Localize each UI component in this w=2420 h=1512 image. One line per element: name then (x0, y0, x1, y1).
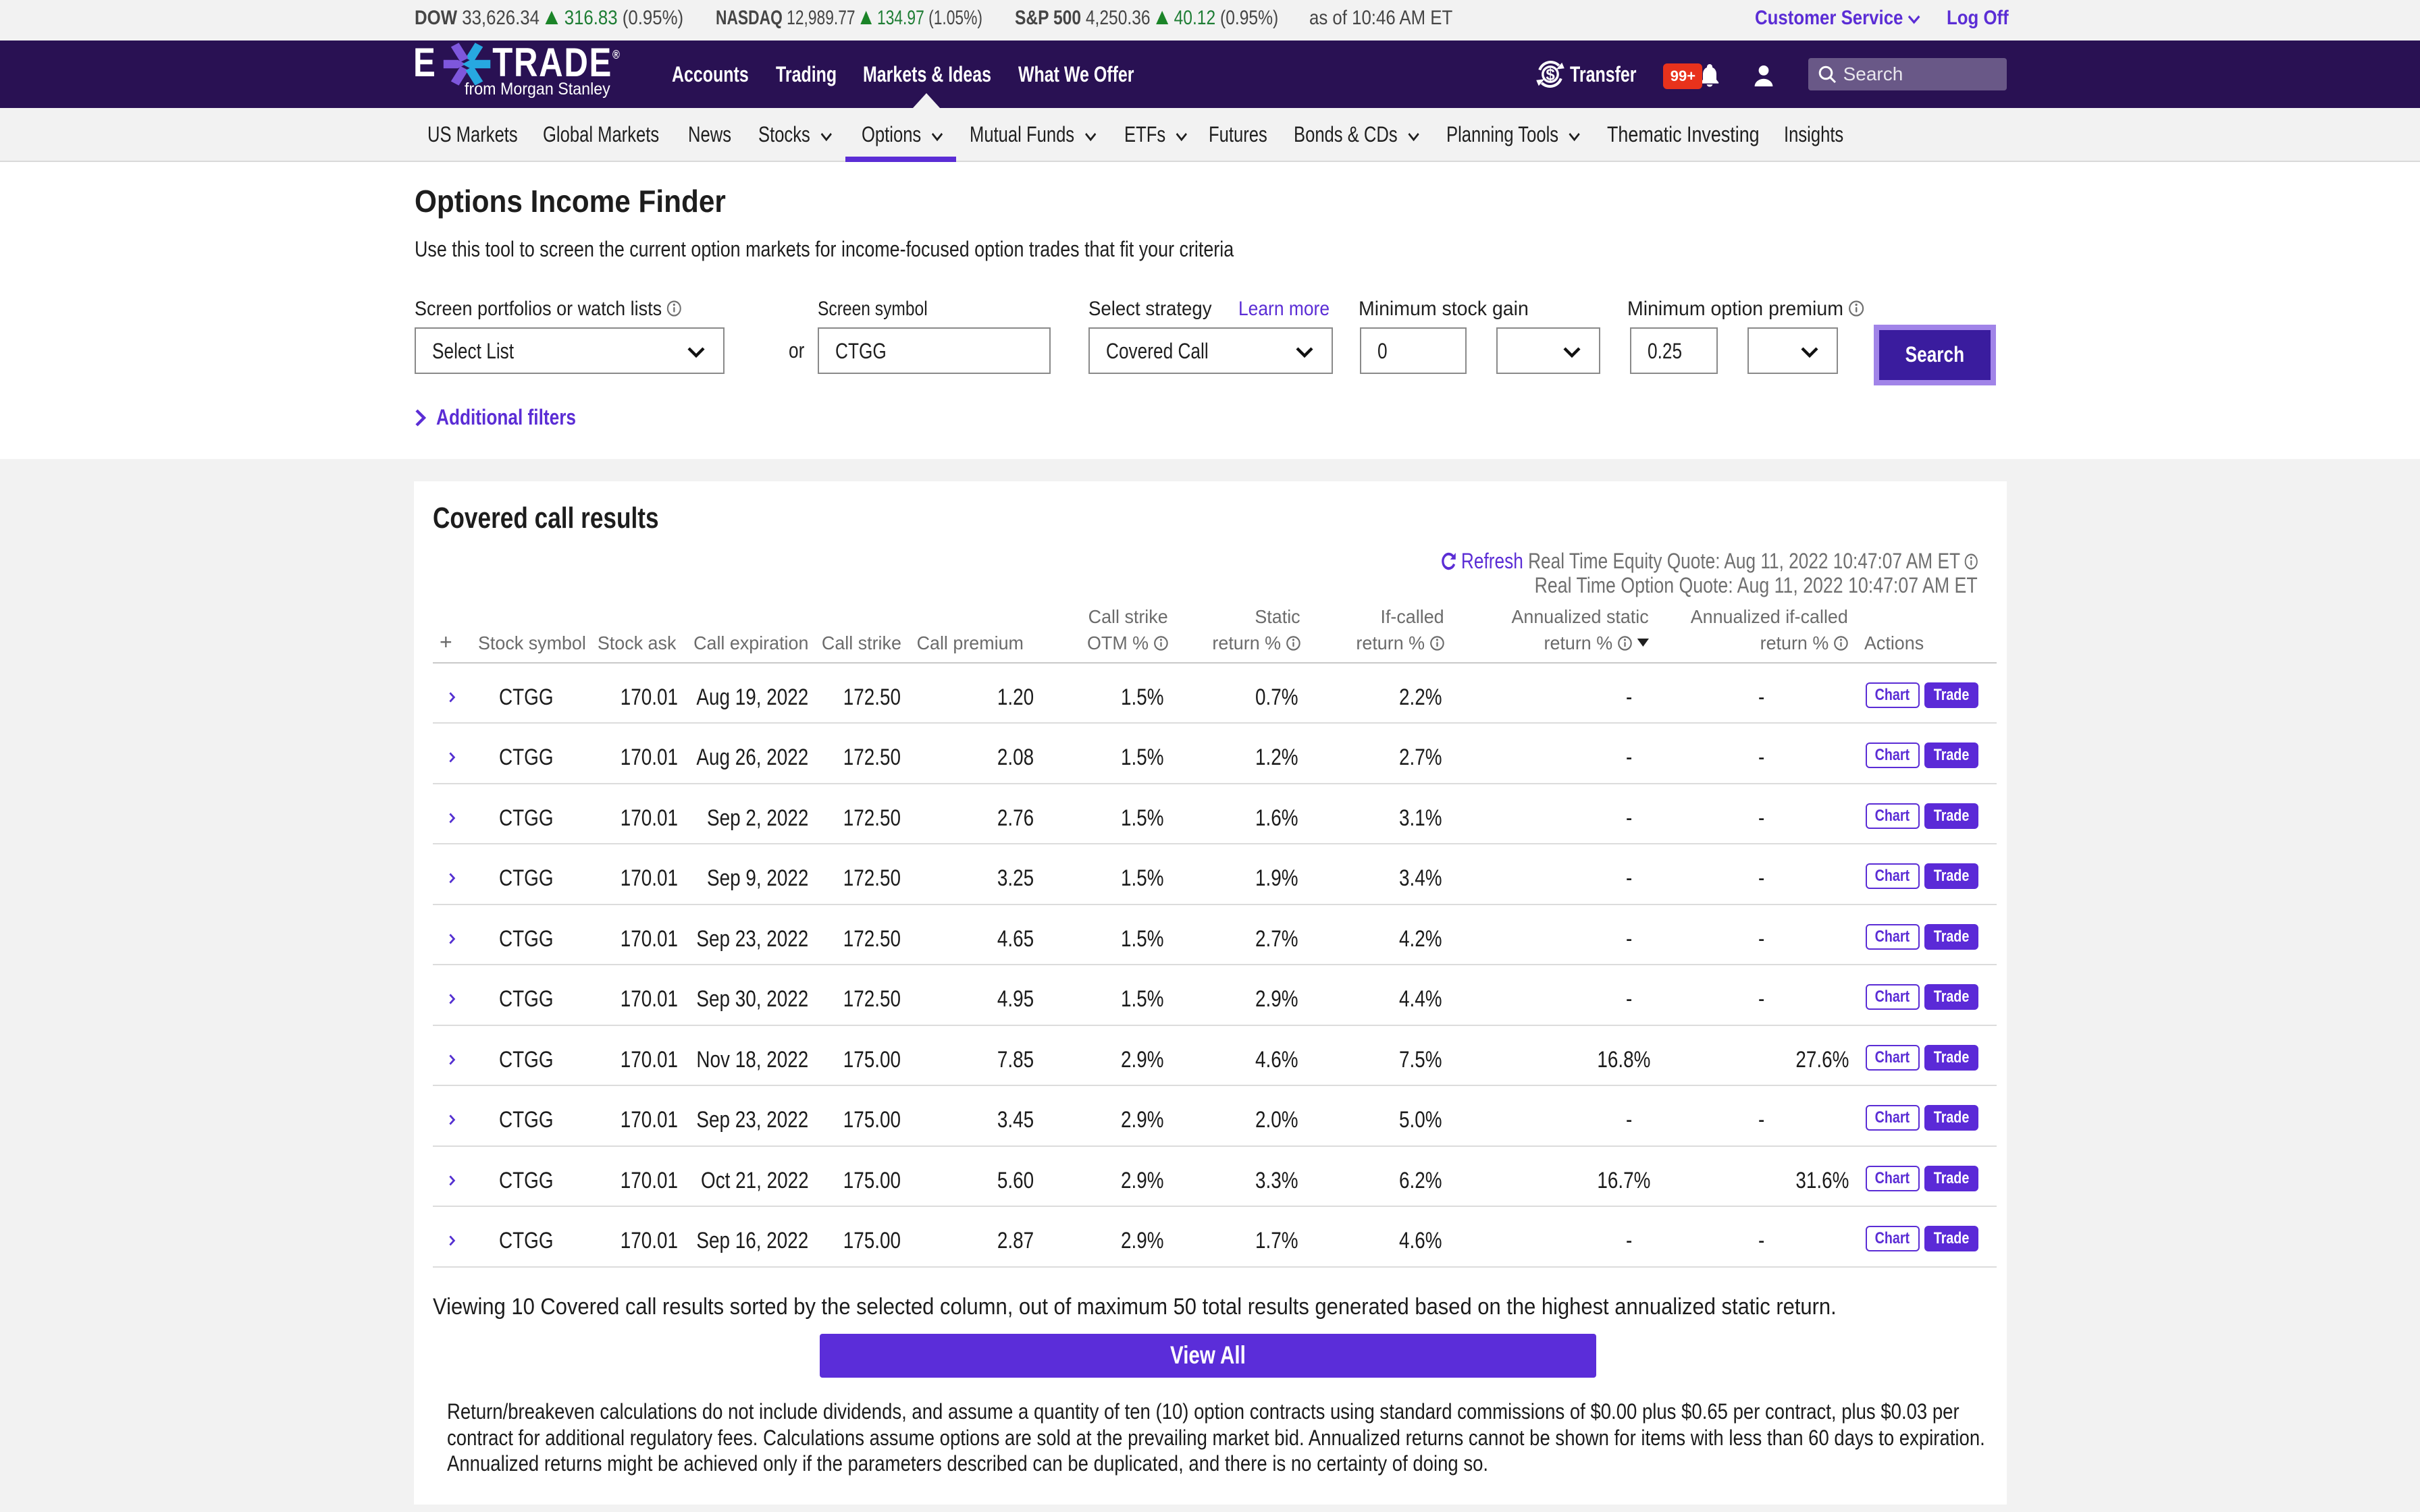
svg-text:$: $ (1546, 65, 1556, 84)
